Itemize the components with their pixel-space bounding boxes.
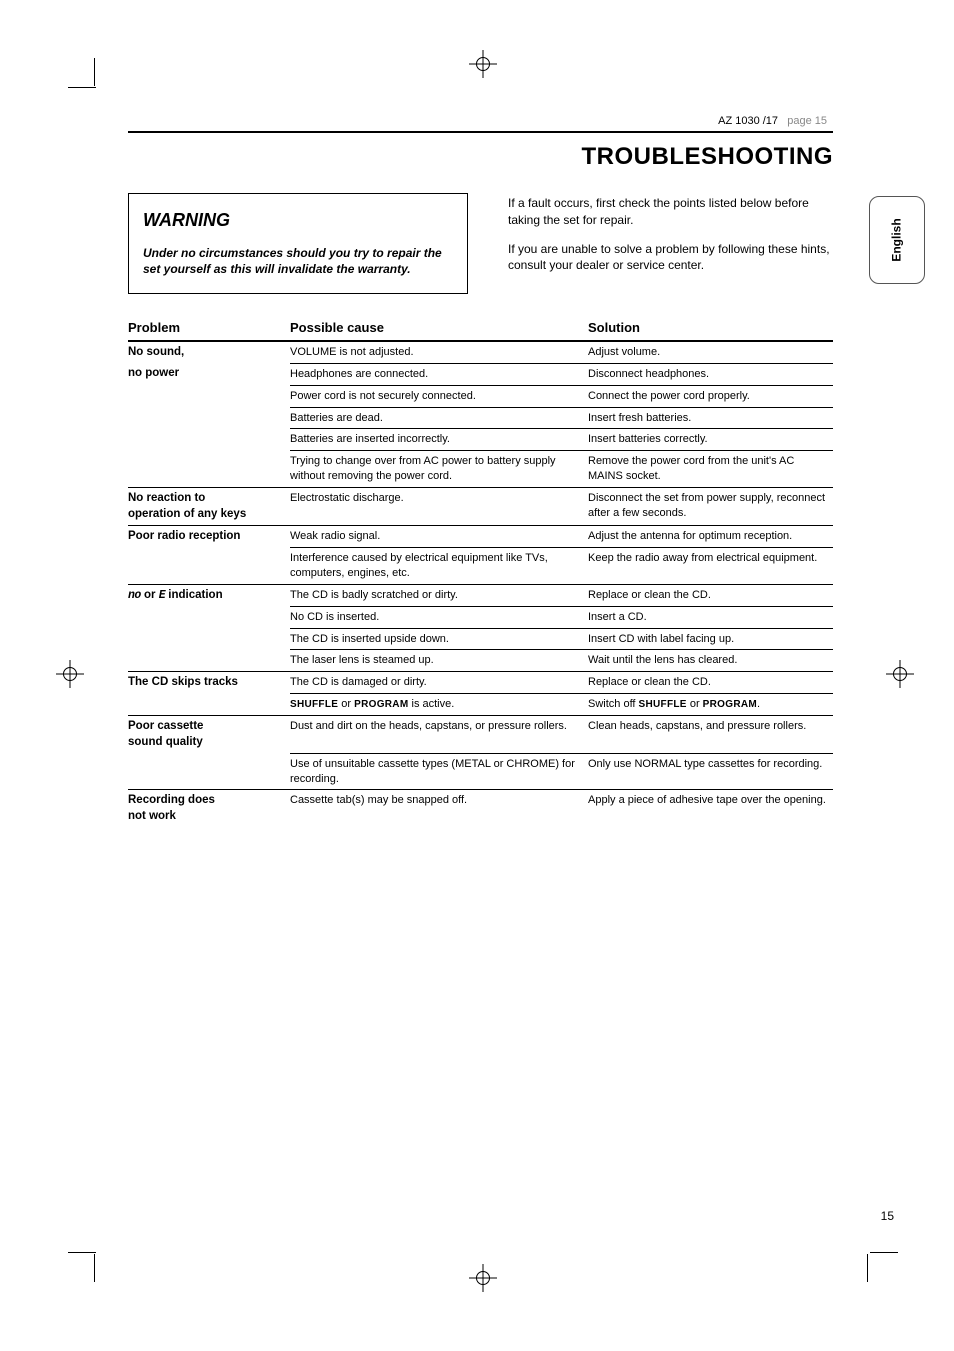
cause-text: Cassette tab(s) may be snapped off. <box>290 790 588 828</box>
solution-text: Keep the radio away from electrical equi… <box>588 548 833 585</box>
intro-column: If a fault occurs, first check the point… <box>508 193 833 294</box>
problem-label: Poor radio reception <box>128 526 290 548</box>
header-meta: page 15 <box>787 115 827 127</box>
crop-mark <box>94 58 95 86</box>
cause-text: Interference caused by electrical equipm… <box>290 548 588 585</box>
cause-text: The CD is damaged or dirty. <box>290 672 588 694</box>
registration-mark <box>886 660 914 688</box>
solution-text: Adjust the antenna for optimum reception… <box>588 526 833 548</box>
warning-subtext: Under no circumstances should you try to… <box>143 245 455 277</box>
cause-text: Dust and dirt on the heads, capstans, or… <box>290 716 588 754</box>
header-rule <box>128 131 833 133</box>
cause-text: The CD is inserted upside down. <box>290 628 588 650</box>
solution-text: Disconnect the set from power supply, re… <box>588 488 833 526</box>
model-name: AZ 1030 /17 <box>718 115 778 127</box>
cause-text: VOLUME is not adjusted. <box>290 341 588 364</box>
registration-mark <box>469 50 497 78</box>
page-content: AZ 1030 /17 page 15 TROUBLESHOOTING WARN… <box>128 115 833 827</box>
cause-text: Batteries are dead. <box>290 407 588 429</box>
solution-text: Only use NORMAL type cassettes for recor… <box>588 753 833 790</box>
cause-text: Use of unsuitable cassette types (METAL … <box>290 753 588 790</box>
solution-text: Replace or clean the CD. <box>588 672 833 694</box>
cause-text: No CD is inserted. <box>290 606 588 628</box>
crop-mark <box>867 1254 868 1282</box>
th-problem: Problem <box>128 316 290 341</box>
problem-label: Poor cassette sound quality <box>128 716 290 754</box>
solution-text: Insert a CD. <box>588 606 833 628</box>
cause-text: Headphones are connected. <box>290 363 588 385</box>
solution-text: Remove the power cord from the unit's AC… <box>588 451 833 488</box>
solution-text: Insert CD with label facing up. <box>588 628 833 650</box>
crop-mark <box>68 1252 96 1253</box>
cause-text: Batteries are inserted incorrectly. <box>290 429 588 451</box>
troubleshooting-table: Problem Possible cause Solution No sound… <box>128 316 833 827</box>
cause-text: SHUFFLE or PROGRAM is active. <box>290 694 588 716</box>
th-cause: Possible cause <box>290 316 588 341</box>
cause-text: The CD is badly scratched or dirty. <box>290 584 588 606</box>
intro-p1: If a fault occurs, first check the point… <box>508 195 833 229</box>
solution-text: Connect the power cord properly. <box>588 385 833 407</box>
crop-mark <box>68 87 96 88</box>
problem-label: No sound, <box>128 341 290 364</box>
warning-intro-row: WARNING Under no circumstances should yo… <box>128 193 833 294</box>
cause-text: Trying to change over from AC power to b… <box>290 451 588 488</box>
warning-title: WARNING <box>143 210 455 231</box>
language-tab: English <box>869 196 925 284</box>
cause-text: The laser lens is steamed up. <box>290 650 588 672</box>
warning-box: WARNING Under no circumstances should yo… <box>128 193 468 294</box>
crop-mark <box>870 1252 898 1253</box>
solution-text: Adjust volume. <box>588 341 833 364</box>
problem-label: The CD skips tracks <box>128 672 290 694</box>
section-title: TROUBLESHOOTING <box>128 143 833 171</box>
crop-mark <box>94 1254 95 1282</box>
th-solution: Solution <box>588 316 833 341</box>
running-header: AZ 1030 /17 page 15 <box>128 115 833 127</box>
solution-text: Disconnect headphones. <box>588 363 833 385</box>
problem-label: no or E indication <box>128 584 290 606</box>
solution-text: Clean heads, capstans, and pressure roll… <box>588 716 833 754</box>
registration-mark <box>469 1264 497 1292</box>
solution-text: Insert batteries correctly. <box>588 429 833 451</box>
cause-text: Weak radio signal. <box>290 526 588 548</box>
solution-text: Wait until the lens has cleared. <box>588 650 833 672</box>
language-tab-text: English <box>890 218 904 261</box>
intro-p2: If you are unable to solve a problem by … <box>508 241 833 275</box>
problem-label: Recording does not work <box>128 790 290 828</box>
solution-text: Apply a piece of adhesive tape over the … <box>588 790 833 828</box>
problem-label: no power <box>128 363 290 385</box>
solution-text: Insert fresh batteries. <box>588 407 833 429</box>
solution-text: Replace or clean the CD. <box>588 584 833 606</box>
cause-text: Power cord is not securely connected. <box>290 385 588 407</box>
problem-label: No reaction to operation of any keys <box>128 488 290 526</box>
page-number: 15 <box>881 1209 894 1223</box>
solution-text: Switch off SHUFFLE or PROGRAM. <box>588 694 833 716</box>
registration-mark <box>56 660 84 688</box>
cause-text: Electrostatic discharge. <box>290 488 588 526</box>
